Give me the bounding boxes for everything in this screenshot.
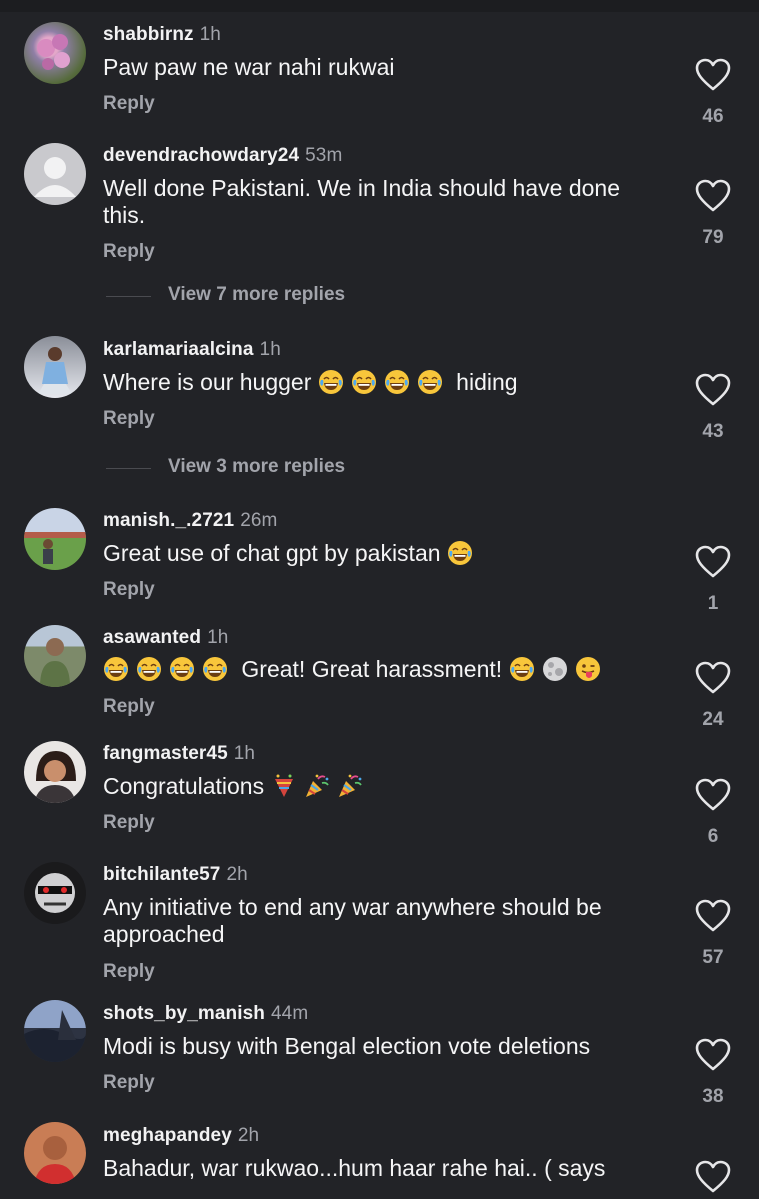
heart-outline-icon[interactable] — [695, 778, 731, 811]
comment-text: Modi is busy with Bengal election vote d… — [103, 1033, 591, 1059]
comment-username[interactable]: fangmaster45 1h — [103, 743, 255, 765]
avatar[interactable] — [24, 508, 86, 570]
avatar[interactable] — [24, 625, 86, 687]
comment-username[interactable]: manish._.2721 26m — [103, 510, 277, 532]
avatar[interactable] — [24, 336, 86, 398]
heart-outline-icon[interactable] — [695, 1160, 731, 1193]
party-popper-icon — [304, 773, 330, 799]
comment-timestamp: 2h — [226, 864, 248, 885]
face-with-tears-of-joy-icon — [509, 656, 535, 682]
heart-outline-icon[interactable] — [695, 661, 731, 694]
face-with-tears-of-joy-icon — [103, 656, 129, 682]
comment-timestamp: 1h — [199, 24, 221, 45]
face-with-tongue-icon — [575, 656, 601, 682]
heart-outline-icon[interactable] — [695, 179, 731, 212]
comment-text: Well done Pakistani. We in India should … — [103, 175, 627, 228]
face-with-tears-of-joy-icon — [136, 656, 162, 682]
comment-username[interactable]: shots_by_manish 44m — [103, 1003, 308, 1025]
divider — [106, 296, 151, 297]
comment-username[interactable]: karlamariaalcina 1h — [103, 339, 281, 361]
avatar[interactable] — [24, 143, 86, 205]
divider — [106, 468, 151, 469]
reply-button[interactable]: Reply — [103, 241, 155, 263]
comment-timestamp: 53m — [305, 145, 343, 166]
comment-timestamp: 1h — [207, 627, 229, 648]
view-more-replies-label[interactable]: View 7 more replies — [168, 284, 345, 306]
avatar[interactable] — [24, 1122, 86, 1184]
view-more-replies-label[interactable]: View 3 more replies — [168, 456, 345, 478]
face-with-tears-of-joy-icon — [351, 369, 377, 395]
comment-text: Congratulations — [103, 773, 668, 800]
comment-text: Any initiative to end any war anywhere s… — [103, 894, 609, 947]
avatar[interactable] — [24, 862, 86, 924]
comment-text: Paw paw ne war nahi rukwai — [103, 54, 395, 80]
avatar[interactable] — [24, 741, 86, 803]
face-with-tears-of-joy-icon — [384, 369, 410, 395]
heart-outline-icon[interactable] — [695, 899, 731, 932]
avatar[interactable] — [24, 22, 86, 84]
avatar[interactable] — [24, 1000, 86, 1062]
comment-timestamp: 26m — [240, 510, 278, 531]
reply-button[interactable]: Reply — [103, 812, 155, 834]
like-count: 57 — [702, 947, 724, 968]
reply-button[interactable]: Reply — [103, 1072, 155, 1094]
party-popper-icon — [337, 773, 363, 799]
comment-timestamp: 1h — [233, 743, 256, 764]
comment-text: Great! Great harassment! — [103, 656, 668, 683]
comment-text: Where is our hugger hiding — [103, 369, 518, 395]
reply-button[interactable]: Reply — [103, 961, 155, 983]
top-divider — [0, 0, 759, 12]
comment-text: Bahadur, war rukwao...hum haar rahe hai.… — [103, 1155, 606, 1181]
comment-username[interactable]: devendrachowdary24 53m — [103, 145, 342, 167]
face-with-tears-of-joy-icon — [447, 540, 473, 566]
confetti-ball-icon — [271, 773, 297, 799]
comment-timestamp: 1h — [259, 339, 281, 360]
reply-button[interactable]: Reply — [103, 93, 155, 115]
heart-outline-icon[interactable] — [695, 373, 731, 406]
comment-username[interactable]: shabbirnz 1h — [103, 24, 221, 46]
reply-button[interactable]: Reply — [103, 696, 155, 718]
comment-text: Great use of chat gpt by pakistan — [103, 540, 668, 567]
like-count: 38 — [702, 1086, 724, 1107]
face-with-tears-of-joy-icon — [169, 656, 195, 682]
face-with-tears-of-joy-icon — [417, 369, 443, 395]
reply-button[interactable]: Reply — [103, 408, 155, 430]
heart-outline-icon[interactable] — [695, 58, 731, 91]
heart-outline-icon[interactable] — [695, 545, 731, 578]
comment-username[interactable]: meghapandey 2h — [103, 1125, 259, 1147]
like-count: 6 — [707, 826, 719, 847]
reply-button[interactable]: Reply — [103, 579, 155, 601]
full-moon-face-icon — [542, 656, 568, 682]
comment-timestamp: 2h — [237, 1125, 260, 1146]
like-count: 79 — [702, 227, 724, 248]
face-with-tears-of-joy-icon — [202, 656, 228, 682]
comment-timestamp: 44m — [271, 1003, 309, 1024]
like-count: 43 — [702, 421, 724, 442]
face-with-tears-of-joy-icon — [318, 369, 344, 395]
like-count: 46 — [702, 106, 724, 127]
comment-username[interactable]: asawanted 1h — [103, 627, 228, 649]
heart-outline-icon[interactable] — [695, 1038, 731, 1071]
like-count: 24 — [702, 709, 724, 730]
like-count: 1 — [707, 593, 719, 614]
comment-username[interactable]: bitchilante57 2h — [103, 864, 248, 886]
